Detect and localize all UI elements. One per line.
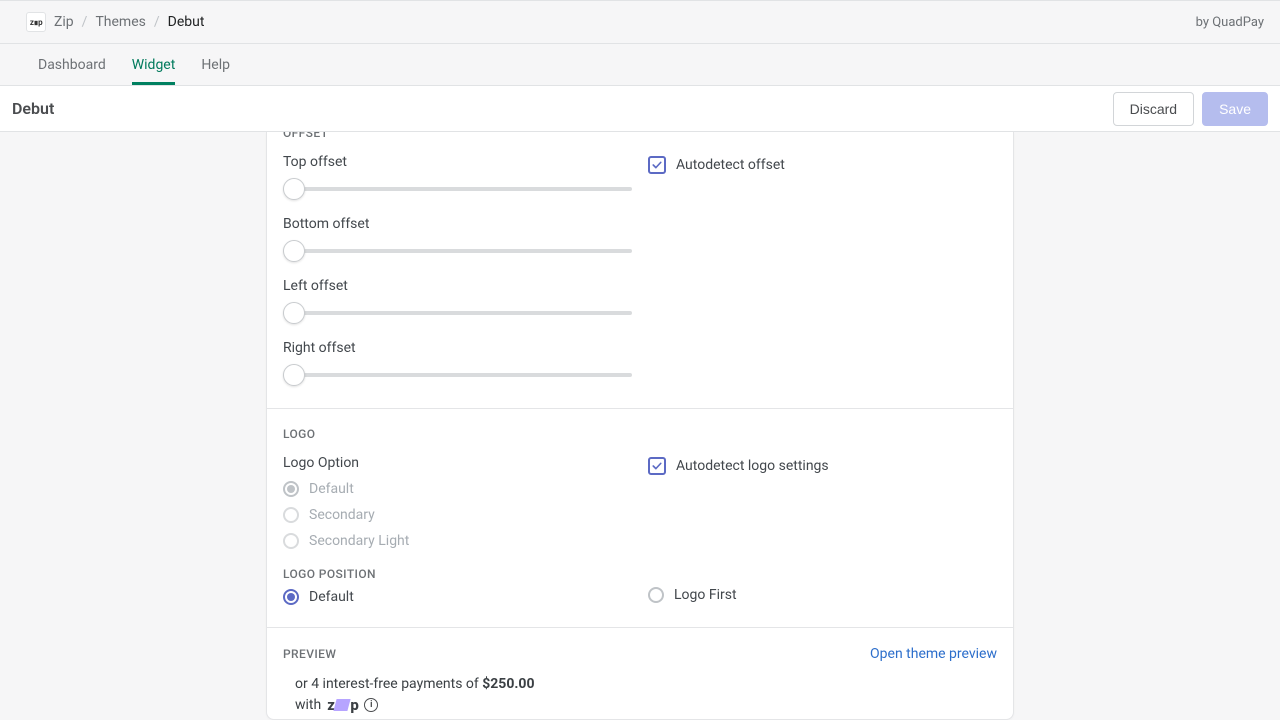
- check-icon: [648, 457, 666, 475]
- breadcrumb-bar: z∎p Zip / Themes / Debut by QuadPay: [0, 0, 1280, 44]
- preview-heading: PREVIEW: [283, 647, 336, 661]
- open-theme-preview-link[interactable]: Open theme preview: [870, 646, 997, 662]
- logo-position-default[interactable]: Default: [283, 589, 632, 605]
- save-button[interactable]: Save: [1202, 92, 1268, 126]
- discard-button[interactable]: Discard: [1113, 92, 1194, 126]
- by-quadpay-label: by QuadPay: [1196, 15, 1264, 30]
- preview-line1-pre: or 4 interest-free payments of: [295, 676, 482, 692]
- breadcrumb-sep-1: /: [82, 14, 88, 30]
- info-icon[interactable]: i: [364, 698, 378, 712]
- radio-icon: [283, 533, 299, 549]
- logo-option-secondary[interactable]: Secondary: [283, 507, 632, 523]
- preview-line-1: or 4 interest-free payments of $250.00: [283, 676, 997, 692]
- logo-position-default-label: Default: [309, 589, 354, 605]
- autodetect-offset-label: Autodetect offset: [676, 157, 785, 173]
- tab-widget[interactable]: Widget: [132, 44, 176, 85]
- page-header: Debut Discard Save: [0, 86, 1280, 132]
- autodetect-offset-checkbox[interactable]: Autodetect offset: [648, 156, 997, 174]
- logo-heading: LOGO: [283, 427, 997, 441]
- preview-line-2: with zp i: [283, 696, 997, 714]
- radio-icon: [648, 587, 664, 603]
- breadcrumb-themes[interactable]: Themes: [95, 14, 145, 30]
- logo-position-logo-first-label: Logo First: [674, 587, 737, 603]
- autodetect-logo-checkbox[interactable]: Autodetect logo settings: [648, 457, 997, 475]
- breadcrumb-current: Debut: [168, 14, 205, 30]
- bottom-offset-slider[interactable]: [283, 240, 632, 262]
- preview-line2-with: with: [295, 697, 321, 713]
- logo-position-logo-first[interactable]: Logo First: [648, 587, 997, 603]
- right-offset-slider[interactable]: [283, 364, 632, 386]
- tab-dashboard[interactable]: Dashboard: [38, 44, 106, 85]
- app-icon: z∎p: [26, 12, 46, 32]
- radio-icon: [283, 507, 299, 523]
- logo-option-secondary-label: Secondary: [309, 507, 375, 523]
- logo-option-default-label: Default: [309, 481, 354, 497]
- preview-amount: $250.00: [482, 676, 534, 692]
- logo-option-default[interactable]: Default: [283, 481, 632, 497]
- check-icon: [648, 156, 666, 174]
- logo-option-label: Logo Option: [283, 455, 632, 471]
- zip-logo-icon: zp: [327, 696, 358, 714]
- top-offset-slider[interactable]: [283, 178, 632, 200]
- breadcrumb-sep-2: /: [154, 14, 160, 30]
- radio-icon: [283, 589, 299, 605]
- settings-card: OFFSET Top offset Bottom offset: [266, 132, 1014, 720]
- right-offset-label: Right offset: [283, 340, 632, 356]
- left-offset-label: Left offset: [283, 278, 632, 294]
- nav-tabs: Dashboard Widget Help: [0, 44, 1280, 86]
- breadcrumb-app[interactable]: Zip: [54, 14, 74, 30]
- tab-help[interactable]: Help: [201, 44, 230, 85]
- radio-icon: [283, 481, 299, 497]
- top-offset-label: Top offset: [283, 154, 632, 170]
- left-offset-slider[interactable]: [283, 302, 632, 324]
- logo-position-heading: LOGO POSITION: [283, 567, 632, 581]
- bottom-offset-label: Bottom offset: [283, 216, 632, 232]
- logo-option-secondary-light-label: Secondary Light: [309, 533, 409, 549]
- page-title: Debut: [12, 99, 54, 118]
- logo-option-secondary-light[interactable]: Secondary Light: [283, 533, 632, 549]
- autodetect-logo-label: Autodetect logo settings: [676, 458, 829, 474]
- offset-heading: OFFSET: [267, 132, 1013, 140]
